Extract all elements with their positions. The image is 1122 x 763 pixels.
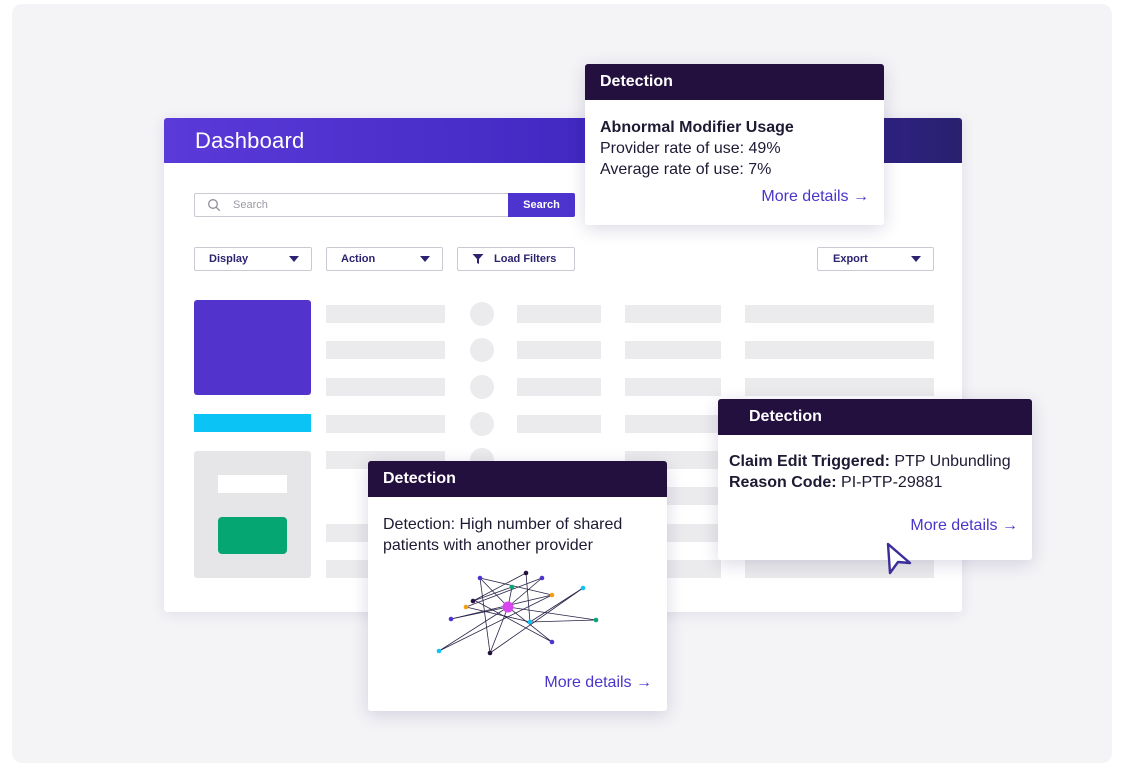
avatar-placeholder <box>470 375 494 399</box>
popover-body: Claim Edit Triggered: PTP Unbundling Rea… <box>718 435 1032 493</box>
display-dropdown-label: Display <box>209 253 249 265</box>
more-details-link[interactable]: More details → <box>910 517 1018 535</box>
table-cell <box>745 305 934 323</box>
shared-patients-line-1: Detection: High number of shared <box>383 516 623 533</box>
cursor-pointer-icon <box>886 542 912 575</box>
table-cell <box>625 341 721 359</box>
avatar-placeholder <box>470 412 494 436</box>
summary-card <box>194 451 311 578</box>
export-dropdown-label: Export <box>833 253 868 265</box>
popover-header: Detection <box>585 64 884 100</box>
popover-body: Detection: High number of shared patient… <box>368 497 667 556</box>
page-title: Dashboard <box>195 127 305 153</box>
popover-body: Abnormal Modifier Usage Provider rate of… <box>585 100 884 180</box>
average-rate-text: Average rate of use: 7% <box>600 161 772 178</box>
card-placeholder-line <box>218 475 287 493</box>
load-filters-label: Load Filters <box>494 253 557 265</box>
claim-edit-label: Claim Edit Triggered: <box>729 453 890 470</box>
reason-code-value: PI-PTP-29881 <box>836 474 943 491</box>
detection-popover-modifier: Detection Abnormal Modifier Usage Provid… <box>585 64 884 225</box>
shared-patients-line-2: patients with another provider <box>383 537 593 554</box>
table-cell <box>745 341 934 359</box>
chevron-down-icon <box>289 256 299 262</box>
search-button[interactable]: Search <box>508 193 575 217</box>
search-icon <box>208 199 221 212</box>
table-cell <box>625 415 721 433</box>
detection-popover-shared: Detection Detection: High number of shar… <box>368 461 667 711</box>
popover-header: Detection <box>368 461 667 497</box>
table-cell <box>517 415 601 433</box>
detection-title: Abnormal Modifier Usage <box>600 119 794 136</box>
table-cell <box>517 378 601 396</box>
popover-header: Detection <box>718 399 1032 435</box>
table-cell <box>745 378 934 396</box>
table-cell <box>625 378 721 396</box>
avatar-placeholder <box>470 338 494 362</box>
chevron-down-icon <box>420 256 430 262</box>
more-details-link[interactable]: More details → <box>761 188 869 206</box>
search-input[interactable]: Search <box>194 193 508 217</box>
card-action-button[interactable] <box>218 517 287 554</box>
action-dropdown[interactable]: Action <box>326 247 443 271</box>
avatar-placeholder <box>470 302 494 326</box>
load-filters-button[interactable]: Load Filters <box>457 247 575 271</box>
table-cell <box>326 341 445 359</box>
cyan-bar <box>194 414 311 432</box>
export-dropdown[interactable]: Export <box>817 247 934 271</box>
claim-edit-value: PTP Unbundling <box>889 453 1011 470</box>
table-cell <box>517 305 601 323</box>
search-placeholder: Search <box>233 199 268 211</box>
purple-tile <box>194 300 311 395</box>
table-cell <box>625 305 721 323</box>
table-cell <box>517 341 601 359</box>
reason-code-line: Reason Code: PI-PTP-29881 <box>729 472 1032 493</box>
more-details-link[interactable]: More details → <box>544 674 652 692</box>
reason-code-label: Reason Code: <box>729 474 837 491</box>
detection-popover-claim: Detection Claim Edit Triggered: PTP Unbu… <box>718 399 1032 560</box>
filter-icon <box>472 254 484 264</box>
provider-rate-text: Provider rate of use: 49% <box>600 140 781 157</box>
table-cell <box>326 415 445 433</box>
claim-edit-line: Claim Edit Triggered: PTP Unbundling <box>729 451 1032 472</box>
table-cell <box>326 378 445 396</box>
network-graph-icon <box>436 570 599 656</box>
chevron-down-icon <box>911 256 921 262</box>
action-dropdown-label: Action <box>341 253 376 265</box>
table-cell <box>326 305 445 323</box>
display-dropdown[interactable]: Display <box>194 247 312 271</box>
